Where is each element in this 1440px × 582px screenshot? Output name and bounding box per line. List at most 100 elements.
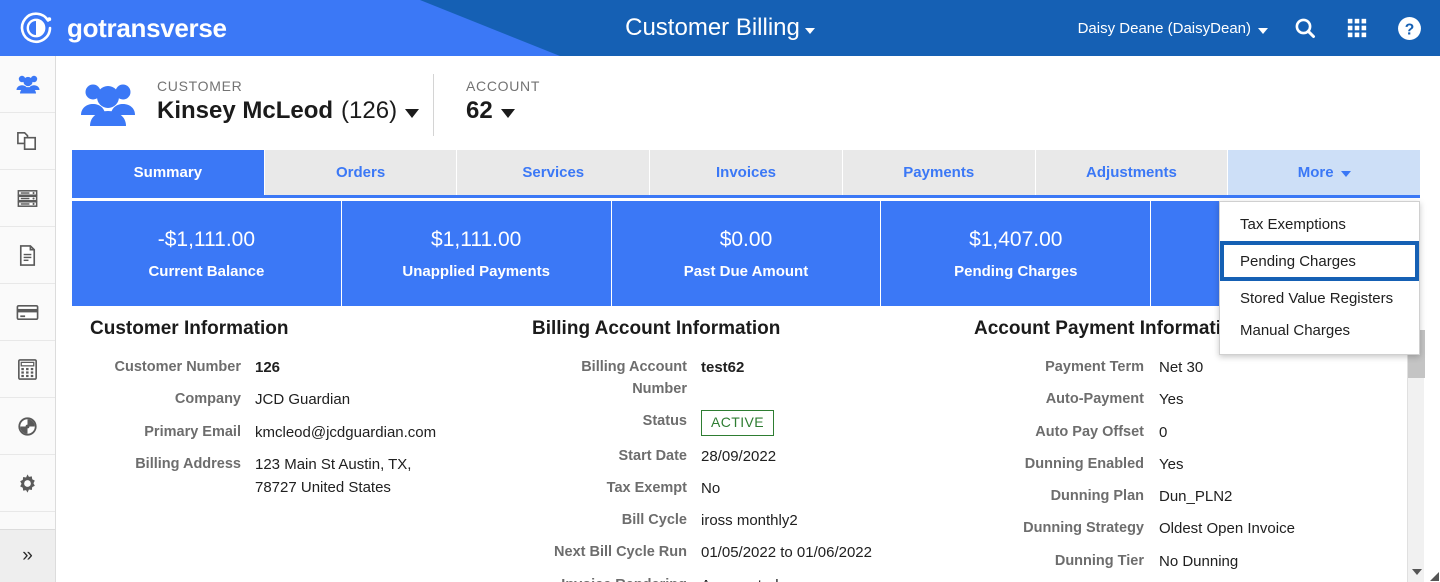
field-value: kmcleod@jcdguardian.com (255, 423, 437, 441)
tab-services-label: Services (522, 164, 585, 181)
sidebar-expand-button[interactable]: » (0, 529, 55, 582)
context-header: CUSTOMER Kinsey McLeod (126) ACCOUNT 62 (56, 56, 1440, 150)
field-value-group: 123 Main St Austin, TX, 78727 United Sta… (255, 453, 411, 500)
tab-orders-label: Orders (335, 164, 386, 181)
field-value: Oldest Open Invoice (1159, 520, 1295, 538)
menu-item-label: Pending Charges (1240, 252, 1356, 270)
sidebar-item-tax[interactable] (0, 341, 55, 398)
field-value: Yes (1159, 455, 1184, 473)
field-value: Aggregated (701, 574, 779, 582)
brand-logo[interactable]: gotransverse (18, 0, 227, 56)
grid-apps-icon[interactable] (1342, 13, 1372, 43)
search-icon[interactable] (1290, 13, 1320, 43)
resize-corner-grip (1424, 566, 1440, 582)
menu-item-tax-exemptions[interactable]: Tax Exemptions (1220, 208, 1419, 240)
tab-invoices[interactable]: Invoices (650, 150, 843, 195)
metric-label: Pending Charges (954, 262, 1078, 280)
field-value: No Dunning (1159, 552, 1239, 570)
panel-customer-information: Customer Information Customer Number 126… (90, 318, 520, 508)
tab-summary-label: Summary (133, 164, 203, 181)
field-company: Company JCD Guardian (90, 388, 520, 411)
app-root: gotransverse Customer Billing Daisy Dean… (0, 0, 1440, 582)
panel-account-payment-information: Account Payment Information Payment Term… (974, 318, 1402, 582)
tab-orders[interactable]: Orders (264, 150, 458, 195)
customer-selector[interactable]: Kinsey McLeod (126) (157, 97, 420, 125)
metric-pending-charges[interactable]: $1,407.00 Pending Charges (881, 201, 1152, 306)
field-value-line1: 123 Main St Austin, TX, (255, 455, 412, 473)
menu-item-manual-charges[interactable]: Manual Charges (1220, 314, 1419, 346)
sidebar-item-payments[interactable] (0, 284, 55, 341)
rating-server-stack-icon (17, 189, 38, 207)
payments-credit-card-icon (16, 304, 39, 320)
top-header-bar: gotransverse Customer Billing Daisy Dean… (0, 0, 1440, 56)
sidebar-item-products[interactable] (0, 113, 55, 170)
panel-title: Customer Information (90, 318, 289, 339)
tab-payments[interactable]: Payments (842, 150, 1036, 195)
metric-label: Unapplied Payments (402, 262, 550, 280)
tab-more[interactable]: More (1228, 150, 1421, 195)
field-billing-account-number: Billing Account Number test62 (532, 356, 982, 401)
svg-text:?: ? (1404, 21, 1414, 38)
sidebar-item-rating[interactable] (0, 170, 55, 227)
user-menu[interactable]: Daisy Deane (DaisyDean) (1078, 20, 1268, 37)
vertical-scrollbar[interactable] (1407, 330, 1425, 582)
brand-name-text: gotransverse (67, 12, 227, 43)
field-label: Customer Number (114, 359, 242, 375)
field-label: Billing Account Number (581, 359, 687, 398)
reports-gauge-icon (18, 416, 37, 436)
field-label: Dunning Plan (1050, 488, 1144, 504)
field-bill-cycle: Bill Cycle iross monthly2 (532, 509, 982, 532)
user-name-text: Daisy Deane (DaisyDean) (1077, 19, 1251, 37)
tab-services[interactable]: Services (457, 150, 651, 195)
customer-context: CUSTOMER Kinsey McLeod (126) (157, 78, 420, 125)
customer-id-text: (126) (341, 97, 398, 124)
tab-summary[interactable]: Summary (72, 150, 265, 195)
menu-item-stored-value-registers[interactable]: Stored Value Registers (1220, 282, 1419, 314)
field-label: Primary Email (144, 423, 241, 440)
tab-more-label: More (1297, 164, 1334, 181)
field-label: Next Bill Cycle Run (554, 544, 687, 561)
field-auto-payment: Auto-Payment Yes (974, 388, 1402, 411)
field-label: Bill Cycle (621, 512, 687, 529)
chevron-down-icon (804, 28, 815, 34)
account-value-text: 62 (466, 97, 493, 124)
metric-current-balance[interactable]: -$1,111.00 Current Balance (72, 201, 342, 306)
right-page-edge (1424, 56, 1440, 582)
field-label: Payment Term (1045, 359, 1144, 375)
field-dunning-strategy: Dunning Strategy Oldest Open Invoice (974, 517, 1402, 540)
field-label: Start Date (618, 447, 688, 464)
field-label: Dunning Strategy (1023, 520, 1144, 537)
scroll-down-arrow-icon[interactable] (1408, 563, 1425, 580)
panel-billing-account-information: Billing Account Information Billing Acco… (532, 318, 982, 582)
tab-adjustments-label: Adjustments (1086, 164, 1177, 181)
app-title-dropdown[interactable]: Customer Billing (625, 14, 815, 42)
menu-item-pending-charges[interactable]: Pending Charges (1220, 241, 1419, 281)
metric-value: -$1,111.00 (157, 227, 256, 251)
metric-value: $0.00 (719, 227, 773, 251)
field-value: Yes (1159, 391, 1184, 409)
field-value: JCD Guardian (255, 391, 351, 409)
field-label: Status (642, 412, 687, 429)
field-value: No (701, 479, 721, 497)
metric-past-due-amount[interactable]: $0.00 Past Due Amount (611, 201, 882, 306)
field-next-bill-cycle-run: Next Bill Cycle Run 01/05/2022 to 01/06/… (532, 541, 982, 564)
sidebar-item-reports[interactable] (0, 398, 55, 455)
field-label: Billing Address (135, 455, 241, 472)
sidebar-item-customers[interactable] (0, 56, 55, 113)
sidebar-item-settings[interactable] (0, 455, 55, 512)
sidebar-item-invoices[interactable] (0, 227, 55, 284)
metric-label: Current Balance (148, 262, 265, 280)
field-label: Invoice Rendering Type (532, 574, 687, 582)
tab-adjustments[interactable]: Adjustments (1035, 150, 1229, 195)
field-value: 28/09/2022 (701, 447, 777, 465)
metric-unapplied-payments[interactable]: $1,111.00 Unapplied Payments (341, 201, 612, 306)
chevron-down-icon (1340, 171, 1351, 177)
field-label: Dunning Tier (1054, 552, 1144, 569)
account-selector[interactable]: 62 (466, 97, 540, 125)
gotransverse-logo-icon (18, 10, 54, 46)
field-label: Auto-Payment (1045, 391, 1144, 408)
menu-item-label: Manual Charges (1240, 321, 1351, 339)
context-divider (433, 74, 434, 136)
help-circle-icon[interactable]: ? (1394, 13, 1424, 43)
more-dropdown-menu: Tax Exemptions Pending Charges Stored Va… (1219, 201, 1420, 355)
